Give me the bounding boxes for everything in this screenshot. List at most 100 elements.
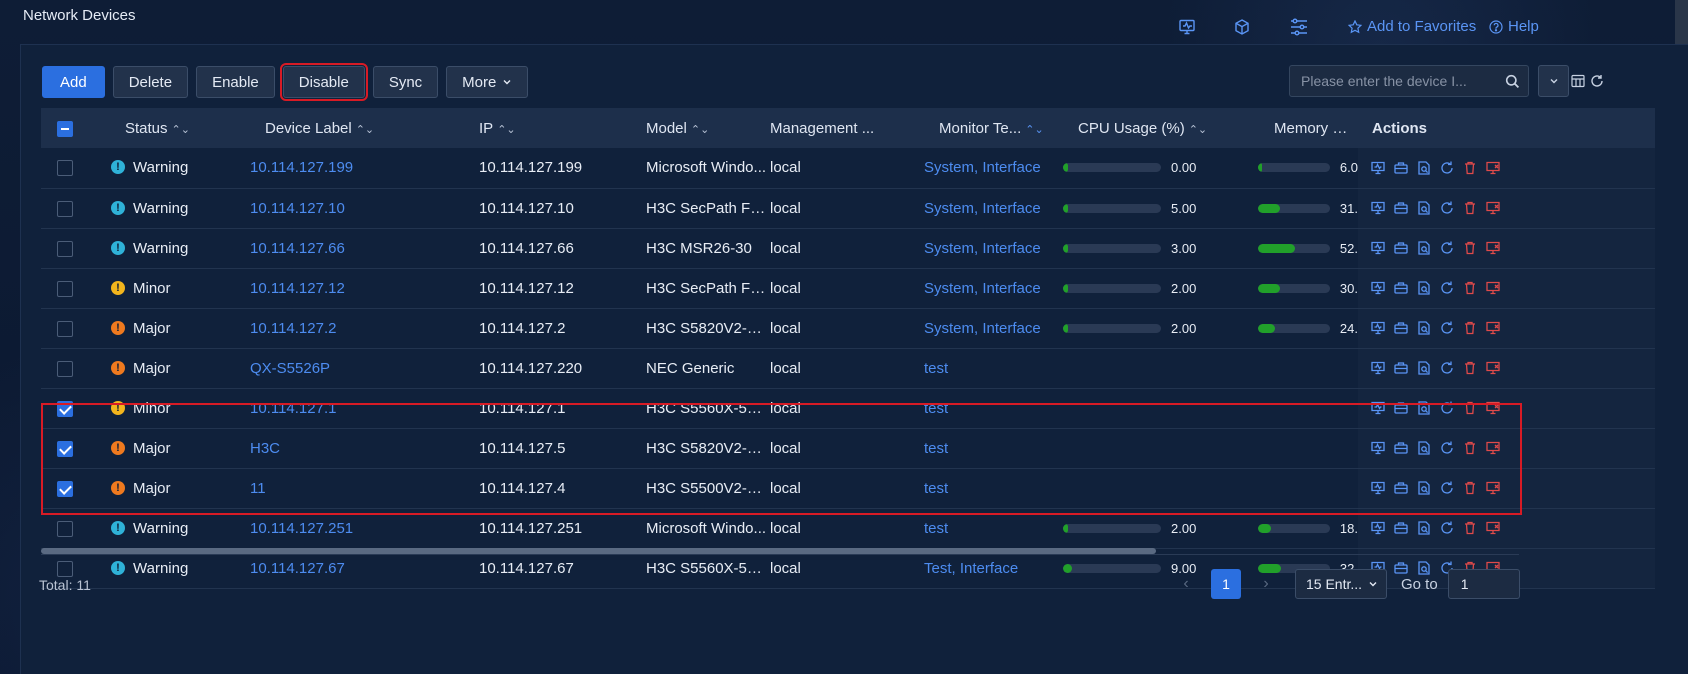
device-label-link[interactable]: 10.114.127.66: [250, 240, 345, 257]
select-all-checkbox[interactable]: [57, 120, 73, 137]
monitor-icon[interactable]: [1178, 18, 1200, 40]
delete-icon[interactable]: [1462, 320, 1478, 336]
table-row[interactable]: Warning 10.114.127.66 10.114.127.66 H3C MSR…: [41, 228, 1655, 268]
briefcase-icon[interactable]: [1393, 280, 1409, 296]
goto-page-input[interactable]: 1: [1447, 569, 1520, 599]
prev-page-icon[interactable]: ‹: [1171, 575, 1201, 593]
delete-icon[interactable]: [1462, 200, 1478, 216]
device-label-link[interactable]: QX-S5526P: [250, 360, 330, 377]
monitor-template-link[interactable]: test: [924, 440, 948, 457]
column-device-label[interactable]: Device Label ⌃⌄: [250, 108, 464, 148]
table-row[interactable]: Warning 10.114.127.199 10.114.127.199 Micro…: [41, 148, 1655, 188]
device-label-link[interactable]: 10.114.127.251: [250, 520, 353, 537]
delete-icon[interactable]: [1462, 480, 1478, 496]
sync-icon[interactable]: [1439, 160, 1455, 176]
monitor-action-icon[interactable]: [1370, 320, 1386, 336]
monitor-template-link[interactable]: test: [924, 400, 948, 417]
cube-icon[interactable]: [1233, 18, 1255, 40]
next-page-icon[interactable]: ›: [1251, 575, 1281, 593]
monitor-action-icon[interactable]: [1370, 360, 1386, 376]
disable-device-icon[interactable]: [1485, 480, 1501, 496]
monitor-template-link[interactable]: System, Interface: [924, 200, 1041, 217]
delete-button[interactable]: Delete: [112, 66, 189, 98]
column-model[interactable]: Model ⌃⌄: [631, 108, 770, 148]
sync-icon[interactable]: [1439, 320, 1455, 336]
briefcase-icon[interactable]: [1393, 480, 1409, 496]
disable-device-icon[interactable]: [1485, 320, 1501, 336]
sync-icon[interactable]: [1439, 240, 1455, 256]
inspect-icon[interactable]: [1416, 320, 1432, 336]
briefcase-icon[interactable]: [1393, 240, 1409, 256]
row-checkbox[interactable]: [57, 200, 73, 217]
row-checkbox[interactable]: [57, 520, 73, 537]
inspect-icon[interactable]: [1416, 200, 1432, 216]
sync-icon[interactable]: [1439, 280, 1455, 296]
disable-device-icon[interactable]: [1485, 200, 1501, 216]
delete-icon[interactable]: [1462, 520, 1478, 536]
row-checkbox[interactable]: [57, 440, 73, 457]
disable-device-icon[interactable]: [1485, 400, 1501, 416]
row-checkbox[interactable]: [57, 480, 73, 497]
add-button[interactable]: Add: [42, 66, 105, 98]
search-options-button[interactable]: [1538, 65, 1569, 97]
device-label-link[interactable]: 10.114.127.10: [250, 200, 345, 217]
column-management[interactable]: Management ...: [770, 108, 924, 148]
sync-icon[interactable]: [1439, 480, 1455, 496]
disable-device-icon[interactable]: [1485, 520, 1501, 536]
sync-icon[interactable]: [1439, 400, 1455, 416]
disable-device-icon[interactable]: [1485, 160, 1501, 176]
inspect-icon[interactable]: [1416, 520, 1432, 536]
briefcase-icon[interactable]: [1393, 200, 1409, 216]
briefcase-icon[interactable]: [1393, 160, 1409, 176]
table-row[interactable]: Major 11 10.114.127.4 H3C S5500V2-34S...loc…: [41, 468, 1655, 508]
row-checkbox[interactable]: [57, 320, 73, 337]
page-size-select[interactable]: 15 Entr...: [1295, 569, 1387, 599]
monitor-template-link[interactable]: test: [924, 520, 948, 537]
disable-device-icon[interactable]: [1485, 280, 1501, 296]
disable-device-icon[interactable]: [1485, 240, 1501, 256]
briefcase-icon[interactable]: [1393, 360, 1409, 376]
row-checkbox[interactable]: [57, 400, 73, 417]
current-page[interactable]: 1: [1211, 569, 1241, 599]
column-status[interactable]: Status ⌃⌄: [111, 108, 250, 148]
device-label-link[interactable]: 10.114.127.1: [250, 400, 336, 417]
device-label-link[interactable]: 10.114.127.199: [250, 159, 353, 176]
monitor-template-link[interactable]: Test, Interface: [924, 560, 1018, 577]
monitor-action-icon[interactable]: [1370, 440, 1386, 456]
table-row[interactable]: Minor 10.114.127.12 10.114.127.12 H3C SecPa…: [41, 268, 1655, 308]
device-label-link[interactable]: 10.114.127.12: [250, 280, 345, 297]
column-ip[interactable]: IP ⌃⌄: [464, 108, 631, 148]
delete-icon[interactable]: [1462, 440, 1478, 456]
inspect-icon[interactable]: [1416, 360, 1432, 376]
briefcase-icon[interactable]: [1393, 400, 1409, 416]
enable-button[interactable]: Enable: [196, 66, 275, 98]
disable-device-icon[interactable]: [1485, 360, 1501, 376]
inspect-icon[interactable]: [1416, 480, 1432, 496]
column-monitor-template[interactable]: Monitor Te... ⌃⌄: [924, 108, 1063, 148]
inspect-icon[interactable]: [1416, 400, 1432, 416]
table-row[interactable]: Major 10.114.127.2 10.114.127.2 H3C S5820V2…: [41, 308, 1655, 348]
monitor-action-icon[interactable]: [1370, 160, 1386, 176]
device-label-link[interactable]: 10.114.127.67: [250, 560, 345, 577]
monitor-template-link[interactable]: test: [924, 480, 948, 497]
refresh-icon[interactable]: [1590, 74, 1606, 90]
monitor-action-icon[interactable]: [1370, 280, 1386, 296]
monitor-template-link[interactable]: System, Interface: [924, 320, 1041, 337]
sync-icon[interactable]: [1439, 360, 1455, 376]
column-memory-usage[interactable]: Memory Usage...: [1230, 108, 1358, 148]
monitor-action-icon[interactable]: [1370, 240, 1386, 256]
disable-device-icon[interactable]: [1485, 440, 1501, 456]
table-row[interactable]: Warning 10.114.127.251 10.114.127.251 Micro…: [41, 508, 1655, 548]
monitor-action-icon[interactable]: [1370, 480, 1386, 496]
table-row[interactable]: Major QX-S5526P 10.114.127.220 NEC Generic l…: [41, 348, 1655, 388]
device-label-link[interactable]: H3C: [250, 440, 280, 457]
sync-icon[interactable]: [1439, 440, 1455, 456]
delete-icon[interactable]: [1462, 240, 1478, 256]
more-button[interactable]: More: [446, 66, 529, 98]
delete-icon[interactable]: [1462, 280, 1478, 296]
monitor-action-icon[interactable]: [1370, 200, 1386, 216]
disable-button[interactable]: Disable: [279, 63, 368, 101]
column-settings-icon[interactable]: [1571, 74, 1587, 90]
row-checkbox[interactable]: [57, 160, 73, 177]
inspect-icon[interactable]: [1416, 160, 1432, 176]
